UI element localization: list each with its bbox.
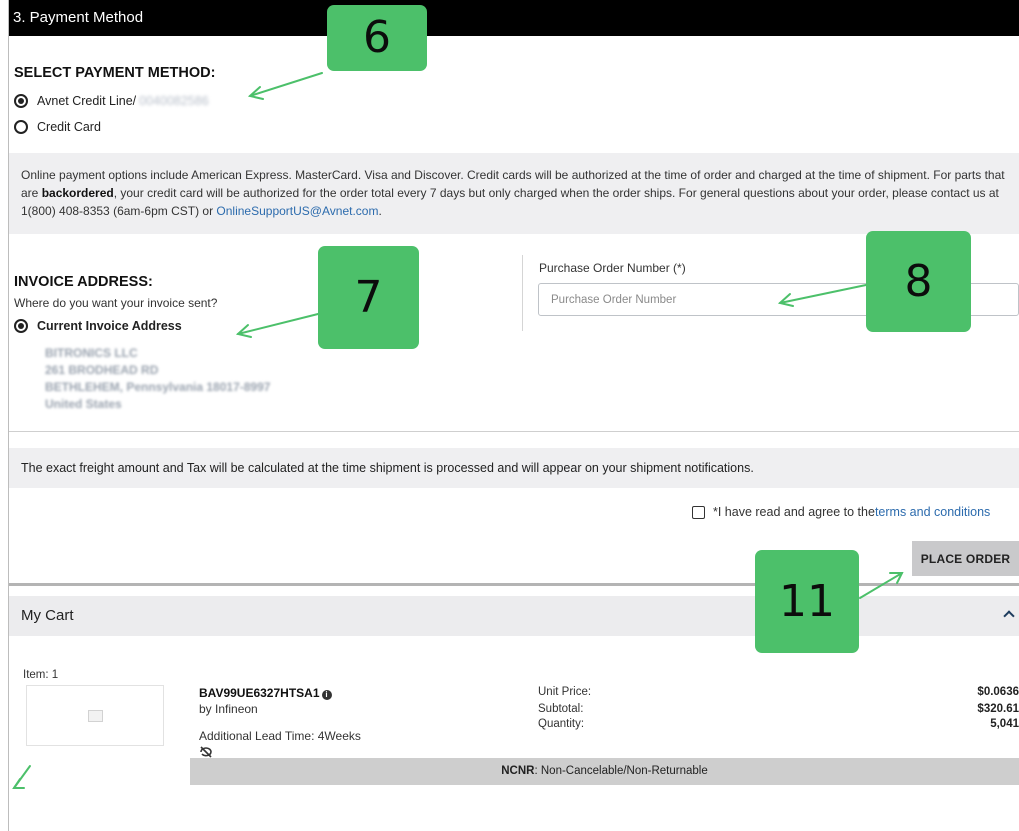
unit-price-value: $0.0636 [977,686,1019,698]
arrow-head [889,572,904,584]
section-header: 3. Payment Method [9,0,1019,36]
part-number[interactable]: BAV99UE6327HTSA1 i [199,686,332,700]
arrow-to-invoice-address [237,313,319,335]
cart-divider [9,583,1019,586]
terms-agreement[interactable]: *I have read and agree to the terms and … [692,505,990,519]
arrow-to-product-image [13,765,31,789]
ncnr-bold: NCNR [501,765,535,777]
product-image[interactable] [26,685,164,746]
subtotal-label: Subtotal: [538,703,584,715]
payment-method-heading: SELECT PAYMENT METHOD: [14,65,216,81]
arrow-head [12,778,25,789]
invoice-address-block: BITRONICS LLC 261 BRODHEAD RD BETHLEHEM,… [45,345,270,413]
current-invoice-label: Current Invoice Address [37,319,182,333]
terms-checkbox[interactable] [692,505,705,519]
callout-11: 11 [755,550,859,653]
address-line: United States [45,397,122,411]
my-cart-title: My Cart [21,607,74,624]
payment-info-panel: Online payment options include American … [9,153,1019,234]
quantity-label: Quantity: [538,718,585,730]
arrow-head [247,86,264,100]
credit-card-label: Credit Card [37,120,101,134]
manufacturer: by Infineon [199,702,258,716]
callout-6: 6 [327,5,427,71]
payment-page: 3. Payment Method SELECT PAYMENT METHOD:… [0,0,1019,831]
arrow-to-payment-method [249,72,323,97]
payment-info-text-2: , your credit card will be authorized fo… [21,186,999,218]
lead-time: Additional Lead Time: 4Weeks [199,729,361,743]
ncnr-text: : Non-Cancelable/Non-Returnable [534,765,708,777]
address-line: BITRONICS LLC [45,346,138,360]
freight-notice: The exact freight amount and Tax will be… [9,448,1019,488]
address-line: BETHLEHEM, Pennsylvania 18017-8997 [45,380,271,394]
subtotal-value: $320.61 [977,703,1019,715]
left-border [8,0,9,831]
quantity-value: 5,041 [990,718,1019,730]
chevron-up-icon[interactable] [1003,610,1015,622]
item-number: Item: 1 [23,669,59,681]
terms-link[interactable]: terms and conditions [875,505,990,519]
terms-prefix: *I have read and agree to the [713,505,875,519]
section-divider [9,431,1019,432]
address-line: 261 BRODHEAD RD [45,363,159,377]
invoice-question: Where do you want your invoice sent? [14,296,218,310]
image-placeholder-icon [88,710,103,722]
info-icon[interactable]: i [321,690,332,700]
arrow-head [235,324,252,338]
radio-credit-card[interactable]: Credit Card [14,120,101,134]
avnet-credit-label: Avnet Credit Line/ [37,94,137,108]
unit-price-label: Unit Price: [538,686,592,698]
radio-unchecked-icon[interactable] [14,120,28,134]
ncnr-notice: NCNR: Non-Cancelable/Non-Returnable [190,758,1019,785]
backordered-text: backordered [41,186,114,200]
invoice-address-heading: INVOICE ADDRESS: [14,274,153,290]
radio-checked-icon[interactable] [14,94,28,108]
callout-8: 8 [866,231,971,332]
account-number: 0040082586 [139,94,209,108]
callout-7: 7 [318,246,419,349]
radio-current-invoice-address[interactable]: Current Invoice Address [14,319,182,333]
my-cart-header[interactable]: My Cart [9,596,1019,636]
po-number-label: Purchase Order Number (*) [539,261,686,275]
part-number-text: BAV99UE6327HTSA1 [199,686,320,700]
place-order-button[interactable]: PLACE ORDER [912,541,1019,576]
column-divider [522,255,523,331]
support-email-link[interactable]: OnlineSupportUS@Avnet.com [216,204,378,218]
payment-info-text-3: . [378,204,382,218]
radio-checked-icon[interactable] [14,319,28,333]
radio-avnet-credit-line[interactable]: Avnet Credit Line/ 0040082586 [14,94,209,108]
